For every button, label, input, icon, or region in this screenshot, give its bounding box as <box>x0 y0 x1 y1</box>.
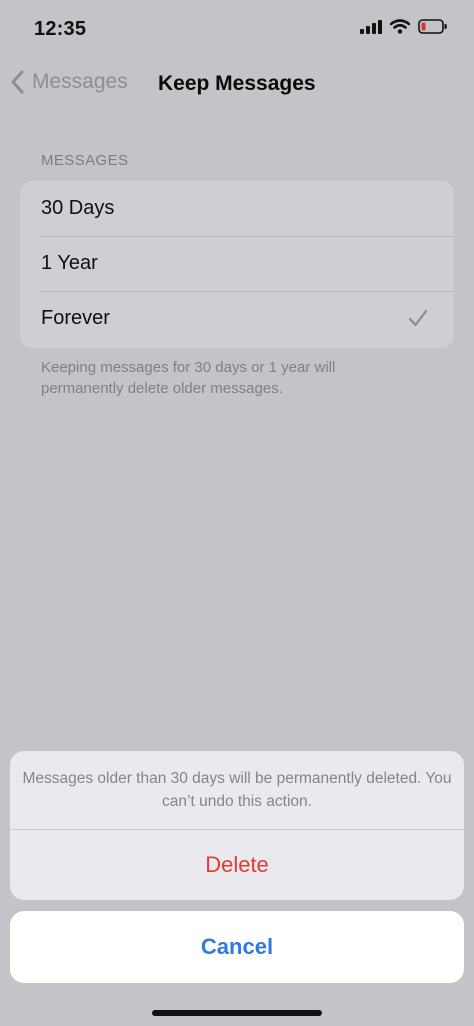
option-forever[interactable]: Forever <box>20 291 454 346</box>
section-header: MESSAGES <box>41 152 129 169</box>
chevron-left-icon <box>11 70 24 94</box>
page-title: Keep Messages <box>158 72 316 95</box>
battery-icon <box>418 19 447 34</box>
status-icons <box>360 19 448 34</box>
navigation-bar: Messages Keep Messages <box>0 60 474 108</box>
delete-button[interactable]: Delete <box>10 830 464 900</box>
option-1-year[interactable]: 1 Year <box>20 236 454 291</box>
status-bar: 12:35 <box>0 0 474 56</box>
back-button[interactable]: Messages <box>10 70 128 94</box>
home-indicator[interactable] <box>152 1010 322 1016</box>
section-footer: Keeping messages for 30 days or 1 year w… <box>41 359 336 397</box>
cellular-signal-icon <box>360 19 382 34</box>
option-30-days[interactable]: 30 Days <box>20 181 454 236</box>
keep-messages-options-list: 30 Days 1 Year Forever <box>20 181 454 348</box>
action-sheet: Messages older than 30 days will be perm… <box>10 751 464 900</box>
status-time: 12:35 <box>34 18 87 40</box>
back-button-label: Messages <box>32 70 128 93</box>
cancel-button[interactable]: Cancel <box>10 911 464 983</box>
option-label: 1 Year <box>41 252 98 274</box>
checkmark-icon <box>408 309 428 327</box>
option-label: 30 Days <box>41 197 115 219</box>
wifi-icon <box>390 19 410 34</box>
option-label: Forever <box>41 307 110 329</box>
action-sheet-message: Messages older than 30 days will be perm… <box>22 770 452 810</box>
